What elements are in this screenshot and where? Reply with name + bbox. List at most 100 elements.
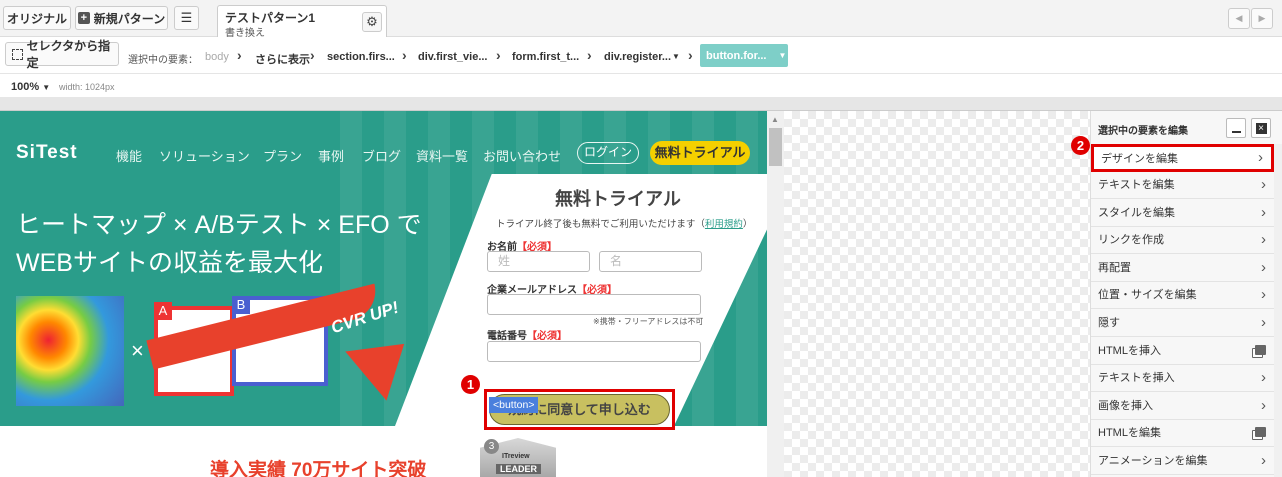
- insert-image-label: 画像を挿入: [1098, 400, 1153, 413]
- insert-image-item[interactable]: 画像を挿入 ›: [1091, 392, 1274, 420]
- scrollbar-thumb[interactable]: [769, 128, 782, 166]
- breadcrumb-item-div-first-view[interactable]: div.first_vie...: [418, 51, 488, 63]
- close-button[interactable]: ×: [1251, 118, 1271, 138]
- site-logo[interactable]: SiTest: [16, 142, 78, 164]
- caret-down-icon: ▼: [42, 83, 51, 92]
- chevron-right-icon: ›: [1261, 368, 1266, 386]
- edit-text-item[interactable]: テキストを編集 ›: [1091, 171, 1274, 199]
- login-button[interactable]: ログイン: [577, 142, 639, 164]
- edit-style-item[interactable]: スタイルを編集 ›: [1091, 199, 1274, 227]
- breadcrumb-item-section[interactable]: section.firs...: [327, 51, 395, 63]
- chevron-right-icon: ›: [1261, 230, 1266, 248]
- phone-label: 電話番号【必須】: [487, 327, 567, 342]
- times-sign: ×: [131, 338, 144, 363]
- email-field[interactable]: [487, 294, 701, 315]
- copy-icon: [1255, 345, 1266, 356]
- chevron-right-icon: ›: [1261, 203, 1266, 221]
- chevron-right-icon: ›: [1261, 451, 1266, 469]
- chevron-right-icon: ›: [1261, 258, 1266, 276]
- pattern-settings-button[interactable]: ⚙: [362, 12, 382, 32]
- chevron-right-icon: ›: [1261, 313, 1266, 331]
- insert-text-item[interactable]: テキストを挿入 ›: [1091, 364, 1274, 392]
- panel-scrollbar[interactable]: [1274, 144, 1282, 477]
- achievement-text: 導入実績 70万サイト突破: [210, 460, 427, 477]
- heatmap-image: [16, 296, 124, 406]
- terms-link[interactable]: 利用規約: [705, 219, 743, 230]
- button-tag-label: <button>: [489, 397, 539, 413]
- canvas-width: width: 1024px: [59, 82, 115, 92]
- ab-label-a: A: [154, 302, 172, 320]
- ab-label-b: B: [232, 296, 250, 314]
- chevron-right-icon: ›: [587, 47, 592, 63]
- plus-square-icon: +: [77, 12, 90, 24]
- hide-label: 隠す: [1098, 317, 1120, 330]
- nav-contact[interactable]: お問い合わせ: [483, 146, 561, 165]
- zoom-level: 100%: [11, 81, 40, 93]
- original-button[interactable]: オリジナル: [3, 6, 71, 30]
- hide-item[interactable]: 隠す ›: [1091, 309, 1274, 337]
- edit-text-label: テキストを編集: [1098, 179, 1175, 192]
- scroll-up-icon[interactable]: ▲: [771, 115, 779, 124]
- edit-style-label: スタイルを編集: [1098, 207, 1175, 220]
- original-label: オリジナル: [6, 11, 67, 26]
- breadcrumb-item-form[interactable]: form.first_t...: [512, 51, 579, 63]
- hero-headline: ヒートマップ × A/Bテスト × EFO で: [16, 211, 422, 239]
- hero-subheadline: WEBサイトの収益を最大化: [16, 249, 323, 277]
- chevron-right-icon: ›: [1261, 175, 1266, 193]
- selector-button[interactable]: セレクタから指定: [5, 39, 119, 70]
- create-link-label: リンクを作成: [1098, 234, 1164, 247]
- scroll-right-button[interactable]: ▶: [1251, 8, 1273, 29]
- new-pattern-button[interactable]: + 新規パターン: [75, 6, 168, 30]
- phone-field[interactable]: [487, 341, 701, 362]
- email-note: ※携帯・フリーアドレスは不可: [593, 317, 704, 326]
- form-note-before: トライアル終了後も無料でご利用いただけます（: [496, 219, 705, 230]
- breadcrumb-item-div-register[interactable]: div.register...: [604, 51, 671, 63]
- chevron-right-icon: ›: [237, 47, 242, 63]
- rearrange-label: 再配置: [1098, 262, 1131, 275]
- edit-position-size-item[interactable]: 位置・サイズを編集 ›: [1091, 281, 1274, 309]
- chevron-right-icon: ›: [402, 47, 407, 63]
- pattern-tab[interactable]: テストパターン1 書き換え ⚙: [217, 5, 387, 39]
- marker-two: 2: [1071, 136, 1090, 155]
- nav-documents[interactable]: 資料一覧: [416, 146, 468, 165]
- nav-blog[interactable]: ブログ: [362, 146, 401, 165]
- edit-animation-item[interactable]: アニメーションを編集 ›: [1091, 447, 1274, 475]
- create-link-item[interactable]: リンクを作成 ›: [1091, 226, 1274, 254]
- edit-position-size-label: 位置・サイズを編集: [1098, 289, 1197, 302]
- nav-cases[interactable]: 事例: [318, 146, 344, 165]
- nav-features[interactable]: 機能: [116, 146, 142, 165]
- chevron-right-icon: ›: [1261, 396, 1266, 414]
- canvas-transparent-area: [784, 111, 1094, 477]
- trial-button[interactable]: 無料トライアル: [650, 141, 750, 165]
- list-icon: ☰: [180, 10, 193, 25]
- edit-html-label: HTMLを編集: [1098, 427, 1161, 440]
- breadcrumb-item-body[interactable]: body: [205, 51, 229, 63]
- nav-plans[interactable]: プラン: [263, 146, 302, 165]
- nav-solutions[interactable]: ソリューション: [159, 146, 250, 165]
- last-name-field[interactable]: 姓: [487, 251, 590, 272]
- list-button[interactable]: ☰: [174, 6, 199, 30]
- chevron-right-icon: ›: [310, 47, 315, 63]
- new-pattern-label: 新規パターン: [93, 11, 166, 26]
- caret-down-icon[interactable]: ▼: [672, 52, 680, 61]
- scroll-left-button[interactable]: ◀: [1228, 8, 1250, 29]
- breadcrumb-item-button-active[interactable]: button.for... ▼: [700, 44, 788, 67]
- rearrange-item[interactable]: 再配置 ›: [1091, 254, 1274, 282]
- zoom-select[interactable]: 100% ▼: [11, 81, 50, 93]
- first-name-field[interactable]: 名: [599, 251, 702, 272]
- chevron-right-icon: ›: [496, 47, 501, 63]
- minimize-button[interactable]: [1226, 118, 1246, 138]
- edit-animation-label: アニメーションを編集: [1098, 455, 1208, 468]
- selected-element-label: 選択中の要素：: [128, 55, 198, 66]
- form-note: トライアル終了後も無料でご利用いただけます（利用規約）: [496, 216, 752, 230]
- copy-icon: [1255, 427, 1266, 438]
- edit-design-item[interactable]: デザインを編集 ›: [1091, 144, 1274, 172]
- chevron-right-icon: ›: [1258, 149, 1263, 167]
- badge-text: LEADER: [496, 464, 542, 474]
- badge-brand: ITreview: [502, 453, 530, 460]
- chevron-right-icon: ›: [1261, 285, 1266, 303]
- edit-html-item[interactable]: HTMLを編集: [1091, 419, 1274, 447]
- close-icon: ×: [1255, 122, 1267, 134]
- breadcrumb-item-more[interactable]: さらに表示: [255, 51, 310, 67]
- insert-html-item[interactable]: HTMLを挿入: [1091, 337, 1274, 365]
